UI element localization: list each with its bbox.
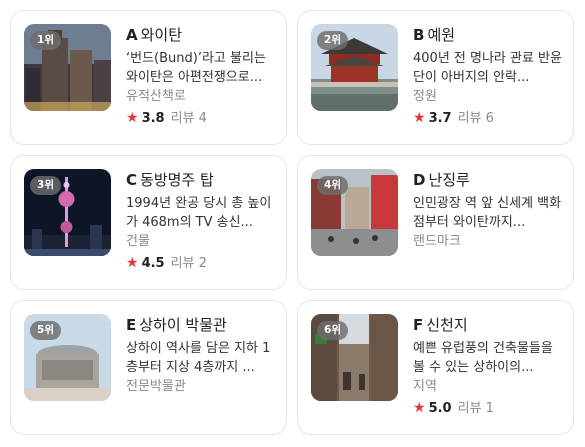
rating-score: 3.8 xyxy=(141,111,165,126)
place-letter: B xyxy=(413,26,425,44)
place-name: 예원 xyxy=(427,26,456,44)
place-title[interactable]: D 난징루 xyxy=(413,170,563,190)
review-count: 리뷰 2 xyxy=(170,256,207,271)
place-title[interactable]: E 상하이 박물관 xyxy=(126,315,276,335)
place-photo[interactable]: 5위 xyxy=(24,314,111,401)
place-photo[interactable]: 3위 xyxy=(24,169,111,256)
place-card-2[interactable]: 2위 B 예원 400년 전 명나라 관료 반윤단이 아버지의 안락... 정원 … xyxy=(297,10,574,145)
place-name: 난징루 xyxy=(428,171,470,189)
rating-row: ★ 3.7 리뷰 6 xyxy=(413,109,563,128)
place-letter: F xyxy=(413,316,424,334)
star-icon: ★ xyxy=(413,400,426,416)
place-photo[interactable]: 6위 xyxy=(311,314,398,401)
place-description: 400년 전 명나라 관료 반윤단이 아버지의 안락... xyxy=(413,51,562,85)
rank-badge: 5위 xyxy=(30,321,61,340)
place-description: 예쁜 유럽풍의 건축물들을 볼 수 있는 상하이의... xyxy=(413,341,553,375)
place-name: 신천지 xyxy=(426,316,468,334)
rank-badge: 2위 xyxy=(317,31,348,50)
place-letter: E xyxy=(126,316,137,334)
place-photo[interactable]: 2위 xyxy=(311,24,398,111)
place-photo[interactable]: 1위 xyxy=(24,24,111,111)
place-photo[interactable]: 4위 xyxy=(311,169,398,256)
place-card-4[interactable]: 4위 D 난징루 인민광장 역 앞 신세계 백화점부터 와이탄까지... 랜드마크 xyxy=(297,155,574,290)
place-description: 1994년 완공 당시 총 높이가 468m의 TV 송신... xyxy=(126,196,272,230)
rank-badge: 6위 xyxy=(317,321,348,340)
place-letter: A xyxy=(126,26,138,44)
place-card-6[interactable]: 6위 F 신천지 예쁜 유럽풍의 건축물들을 볼 수 있는 상하이의... 지역 … xyxy=(297,300,574,435)
rating-row: ★ 3.8 리뷰 4 xyxy=(126,109,276,128)
place-card-5[interactable]: 5위 E 상하이 박물관 상하이 역사를 담은 지하 1층부터 지상 4층까지 .… xyxy=(10,300,287,435)
star-icon: ★ xyxy=(126,255,139,271)
place-letter: D xyxy=(413,171,426,189)
review-count: 리뷰 6 xyxy=(457,111,494,126)
rating-score: 4.5 xyxy=(141,256,165,271)
place-name: 와이탄 xyxy=(140,26,183,44)
place-name: 동방명주 탑 xyxy=(140,171,214,189)
rank-badge: 3위 xyxy=(30,176,61,195)
star-icon: ★ xyxy=(413,110,426,126)
place-title[interactable]: C 동방명주 탑 xyxy=(126,170,276,190)
place-grid: 1위 A 와이탄 ‘번드(Bund)’라고 불리는 와이탄은 아편전쟁으로... … xyxy=(0,0,585,447)
review-count: 리뷰 4 xyxy=(170,111,207,126)
place-letter: C xyxy=(126,171,138,189)
rank-badge: 1위 xyxy=(30,31,61,50)
place-category: 정원 xyxy=(413,89,437,104)
place-name: 상하이 박물관 xyxy=(139,316,227,334)
star-icon: ★ xyxy=(126,110,139,126)
place-category: 유적산책로 xyxy=(126,89,186,104)
place-description: 상하이 역사를 담은 지하 1층부터 지상 4층까지 ... xyxy=(126,341,271,375)
place-card-1[interactable]: 1위 A 와이탄 ‘번드(Bund)’라고 불리는 와이탄은 아편전쟁으로... … xyxy=(10,10,287,145)
review-count: 리뷰 1 xyxy=(457,401,494,416)
place-description: ‘번드(Bund)’라고 불리는 와이탄은 아편전쟁으로... xyxy=(126,51,266,85)
place-card-3[interactable]: 3위 C 동방명주 탑 1994년 완공 당시 총 높이가 468m의 TV 송신… xyxy=(10,155,287,290)
place-category: 건물 xyxy=(126,234,150,249)
rating-score: 3.7 xyxy=(428,111,452,126)
place-title[interactable]: F 신천지 xyxy=(413,315,563,335)
rating-row: ★ 4.5 리뷰 2 xyxy=(126,254,276,273)
rank-badge: 4위 xyxy=(317,176,348,195)
place-category: 랜드마크 xyxy=(413,234,461,249)
rating-row: ★ 5.0 리뷰 1 xyxy=(413,399,563,418)
place-category: 전문박물관 xyxy=(126,379,186,394)
place-title[interactable]: A 와이탄 xyxy=(126,25,276,45)
place-title[interactable]: B 예원 xyxy=(413,25,563,45)
place-description: 인민광장 역 앞 신세계 백화점부터 와이탄까지... xyxy=(413,196,562,230)
rating-score: 5.0 xyxy=(428,401,452,416)
place-category: 지역 xyxy=(413,379,437,394)
